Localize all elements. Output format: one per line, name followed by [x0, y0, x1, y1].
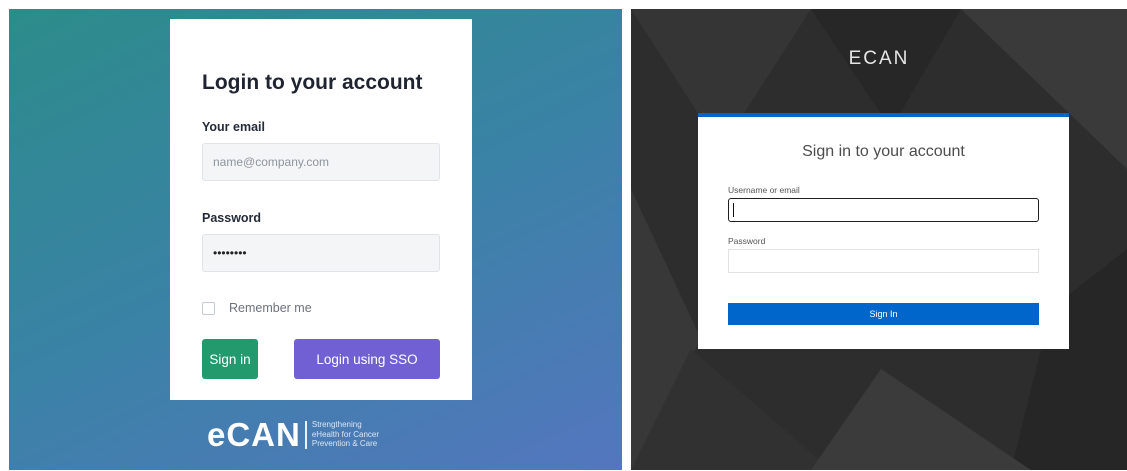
keycloak-title: Sign in to your account: [802, 143, 965, 160]
remember-me[interactable]: Remember me: [202, 301, 312, 315]
logo-divider: [304, 420, 307, 449]
logo-tagline-line: eHealth for Cancer: [311, 429, 380, 439]
password-label: Password: [202, 211, 262, 225]
sso-login-button[interactable]: Login using SSO: [294, 339, 440, 379]
logo-text: eCAN: [207, 416, 301, 453]
email-input[interactable]: [202, 143, 440, 181]
password-input[interactable]: [202, 234, 440, 272]
username-label: Username or email: [728, 185, 800, 195]
remember-me-label: Remember me: [229, 301, 312, 315]
keycloak-password-input[interactable]: [728, 249, 1039, 273]
email-label: Your email: [202, 120, 265, 134]
keycloak-password-label: Password: [728, 236, 766, 246]
keycloak-sign-in-button[interactable]: Sign In: [728, 303, 1039, 325]
realm-brand: ECAN: [848, 48, 910, 69]
sign-in-button[interactable]: Sign in: [202, 339, 258, 379]
logo-tagline-line: Prevention & Care: [311, 439, 378, 449]
ecan-login-panel: Login to your account Your email Passwor…: [9, 9, 622, 470]
text-cursor: [733, 203, 734, 217]
keycloak-login-card: Sign in to your account Username or emai…: [698, 113, 1069, 349]
username-input[interactable]: [728, 198, 1039, 222]
logo-tagline: Strengthening eHealth for Cancer Prevent…: [312, 420, 379, 449]
ecan-logo: eCAN Strengthening eHealth for Cancer Pr…: [207, 418, 379, 451]
login-card: Login to your account Your email Passwor…: [170, 19, 472, 400]
remember-me-checkbox[interactable]: [202, 301, 215, 315]
page-title: Login to your account: [202, 71, 423, 94]
logo-tagline-line: Strengthening: [311, 420, 362, 430]
keycloak-login-panel: ECAN Sign in to your account Username or…: [631, 9, 1127, 470]
